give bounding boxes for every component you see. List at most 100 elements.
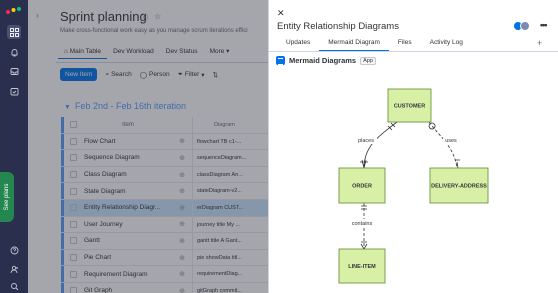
filter-button[interactable]: ⏷ Filter ▾ [178,71,205,79]
search-button[interactable]: ⌕ Search [105,71,131,79]
item-name[interactable]: Flow Chart [82,138,172,145]
table-row[interactable]: Pie Chart ⊕ pie showData titl... [61,249,268,267]
item-name[interactable]: Sequence Diagram [82,154,172,161]
item-name[interactable]: Git Graph [82,287,172,293]
add-update-icon[interactable]: ⊕ [172,171,192,179]
chevron-right-icon[interactable]: › [36,11,39,20]
row-checkbox[interactable] [69,187,77,195]
divider [56,62,268,63]
diagram-cell[interactable]: classDiagram An... [192,166,252,183]
search-icon[interactable] [7,279,21,293]
item-name[interactable]: Requirement Diagram [82,271,172,278]
subscribers[interactable] [513,21,530,31]
tab-more[interactable]: More ▾ [204,45,236,59]
table-row[interactable]: Class Diagram ⊕ classDiagram An... [61,166,268,184]
person-filter-button[interactable]: ◯ Person [140,71,170,79]
diagram-cell[interactable]: gitGraph commit... [192,282,252,293]
add-update-icon[interactable]: ⊕ [172,287,192,293]
item-name[interactable]: Class Diagram [82,171,172,178]
select-all-checkbox[interactable] [69,121,77,129]
item-name[interactable]: User Journey [82,221,172,228]
add-update-icon[interactable]: ⊕ [172,154,192,162]
entity-label-line-item: LINE-ITEM [348,264,376,270]
tab-activity-log[interactable]: Activity Log [421,36,472,51]
table-row[interactable]: Requirement Diagram ⊕ requirementDiag... [61,266,268,283]
tab-files[interactable]: Files [389,36,421,51]
relation-label-uses: uses [445,138,457,144]
add-update-icon[interactable]: ⊕ [172,237,192,245]
diagram-cell[interactable]: flowchart TB c1-... [192,133,252,150]
row-checkbox[interactable] [69,204,77,212]
calendar-check-icon[interactable] [7,84,21,98]
table-row[interactable]: Flow Chart ⊕ flowchart TB c1-... [61,133,268,151]
item-name[interactable]: Gantt [82,237,172,244]
diagram-cell[interactable]: sequenceDiagram... [192,150,252,166]
more-options-icon[interactable]: ••• [540,20,548,30]
add-update-icon[interactable]: ⊕ [172,204,192,212]
diagram-cell[interactable]: stateDiagram-v2... [192,183,252,199]
sort-button[interactable]: ⇅ [213,71,218,79]
info-icon[interactable]: ⓘ [140,12,148,23]
board-title: Sprint planning [60,9,147,24]
er-diagram: places uses contains CUSTOMER ORDER DELI… [338,88,489,284]
row-checkbox[interactable] [69,287,77,293]
app-badge: App [360,56,376,65]
row-checkbox[interactable] [69,171,77,179]
row-checkbox[interactable] [69,237,77,245]
row-checkbox[interactable] [69,137,77,145]
entity-label-order: ORDER [352,184,372,190]
relation-line-places [363,121,398,169]
inbox-icon[interactable] [7,64,21,78]
mermaid-app-icon [276,56,285,65]
new-item-button[interactable]: New Item [60,68,98,81]
add-update-icon[interactable]: ⊕ [172,270,192,278]
star-icon[interactable]: ☆ [154,12,161,23]
item-name[interactable]: State Diagram [82,188,172,195]
table-row[interactable]: State Diagram ⊕ stateDiagram-v2... [61,183,268,200]
add-update-icon[interactable]: ⊕ [172,187,192,195]
row-checkbox[interactable] [69,254,77,262]
tab-dev-status[interactable]: Dev Status [160,45,204,59]
apps-icon[interactable] [7,25,21,39]
item-name[interactable]: Pie Chart [82,254,172,261]
table-row[interactable]: Entity Relationship Diagr... ⊕ erDiagram C… [61,199,268,217]
bell-icon[interactable] [7,45,21,59]
entity-label-customer: CUSTOMER [394,104,425,110]
item-panel: ✕ Entity Relationship Diagrams ••• Updat… [268,0,558,293]
help-icon[interactable] [7,243,21,257]
table-row[interactable]: Gantt ⊕ gantt title A Gant... [61,233,268,250]
see-plans-label: See plans [4,183,10,211]
table-row[interactable]: Git Graph ⊕ gitGraph commit... [61,282,268,293]
tab-mermaid-diagram[interactable]: Mermaid Diagram [319,36,389,51]
app-header: Mermaid Diagrams App [276,56,376,65]
add-view-button[interactable]: + [537,38,542,48]
row-checkbox[interactable] [69,270,77,278]
diagram-cell[interactable]: gantt title A Gant... [192,233,252,249]
see-plans-button[interactable]: See plans [0,172,14,222]
tab-updates[interactable]: Updates [277,36,319,51]
diagram-cell[interactable]: pie showData titl... [192,249,252,266]
relation-label-contains: contains [352,221,373,227]
add-update-icon[interactable]: ⊕ [172,220,192,228]
add-update-icon[interactable]: ⊕ [172,137,192,145]
diagram-cell[interactable]: journey title My ... [192,216,252,233]
group-title[interactable]: ▼ Feb 2nd - Feb 16th iteration [64,101,186,111]
board-tabs: ⌂ Main Table Dev Workload Dev Status Mor… [58,45,235,61]
item-name[interactable]: Entity Relationship Diagr... [82,204,172,211]
diagram-cell[interactable]: requirementDiag... [192,266,252,282]
close-icon[interactable]: ✕ [277,8,285,19]
items-table: Item Diagram Flow Chart ⊕ flowchart TB c1-… [61,117,268,293]
tab-dev-workload[interactable]: Dev Workload [107,45,160,59]
row-checkbox[interactable] [69,220,77,228]
divider [269,51,558,52]
row-checkbox[interactable] [69,154,77,162]
table-row[interactable]: Sequence Diagram ⊕ sequenceDiagram... [61,150,268,167]
invite-member-icon[interactable] [7,262,21,276]
monday-logo[interactable] [5,4,23,16]
chevron-down-icon: ▾ [201,71,205,79]
panel-title[interactable]: Entity Relationship Diagrams [277,21,399,32]
diagram-cell[interactable]: erDiagram CUST... [192,199,252,216]
tab-main-table[interactable]: ⌂ Main Table [58,45,108,59]
add-update-icon[interactable]: ⊕ [172,254,192,262]
table-row[interactable]: User Journey ⊕ journey title My ... [61,216,268,234]
